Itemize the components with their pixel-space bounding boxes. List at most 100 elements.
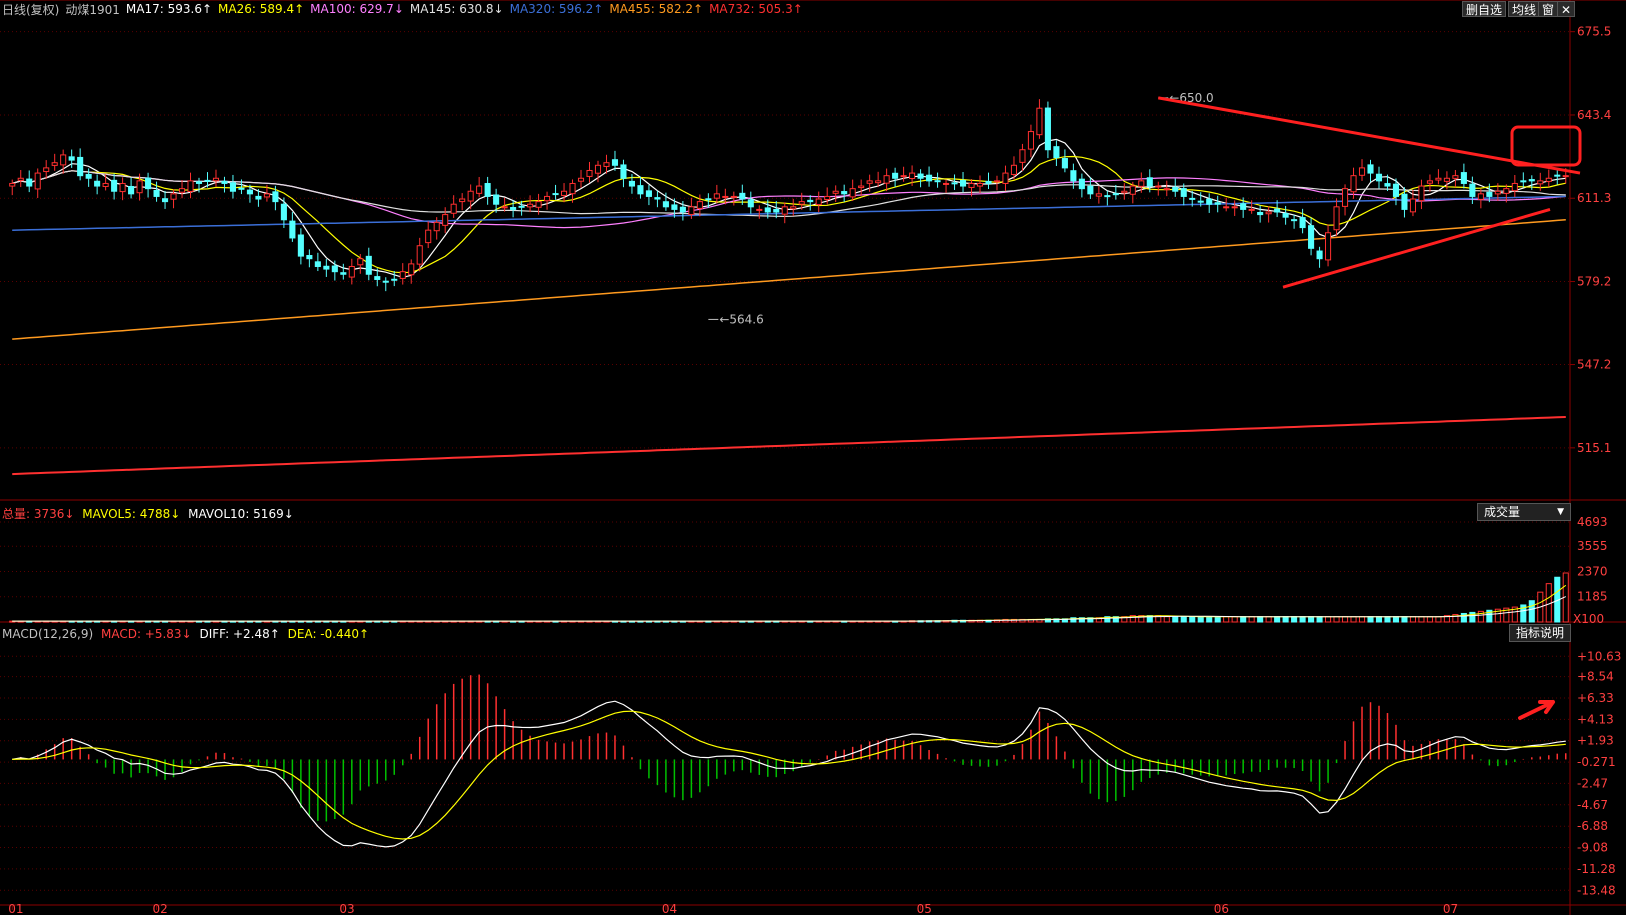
volume-bar [1409,616,1416,623]
candle [832,190,839,194]
dea-value: DEA: -0.440↑ [287,627,370,641]
macd-tick-label: -2.47 [1577,776,1608,790]
candle [705,198,712,201]
volume-bar [1172,616,1179,623]
candle [17,177,24,181]
candle [1129,185,1136,195]
candle [280,203,287,221]
candle [909,172,916,179]
volume-bar [1375,616,1383,623]
macd-name: MACD(12,26,9) [2,627,94,641]
macd-tick-label: +4.13 [1577,712,1614,726]
chart-header: 日线(复权) 动煤1901 MA17: 593.6↑ MA26: 589.4↑ MA… [2,0,815,18]
candle [875,180,882,184]
ma-legend-item: MA455: 582.2↑ [609,2,704,16]
candle [145,177,152,190]
candle [569,182,576,195]
window-button[interactable]: 窗 [1538,1,1559,17]
close-icon[interactable]: ✕ [1557,1,1576,17]
candle [1070,170,1077,182]
candle [637,185,644,195]
candle [162,198,169,203]
candle [1053,146,1060,159]
candle [866,180,873,184]
ma-legend-item: MA732: 505.3↑ [709,2,803,16]
stock-chart: 675.5 643.4 611.3 579.2 547.2 515.1 01 02 03 04 05… [0,0,1626,915]
volume-bar [1299,616,1306,623]
candle [34,172,41,190]
candle [611,159,619,166]
y-tick-label: 579.2 [1577,275,1611,289]
candle [943,182,950,185]
candle [26,178,33,187]
candle [1537,180,1544,185]
volume-bar [1392,616,1400,623]
ma-legend-item: MA145: 630.8↓ [409,2,504,16]
candle [1554,174,1561,177]
candle [450,203,457,214]
candle [679,206,686,213]
candle [484,183,491,197]
candle [1172,186,1179,192]
volume-bar [1240,616,1247,623]
candle [892,172,899,179]
candle [535,201,542,208]
candle [1197,200,1204,203]
volume-bar [1197,616,1204,623]
candle [238,187,245,190]
volume-bar [1180,616,1187,623]
candle [976,182,984,187]
macd-tick-label: -13.48 [1577,883,1616,897]
candle [764,207,771,213]
macd-tick-label: +10.63 [1577,649,1621,663]
candle [1308,225,1315,249]
candle [1443,177,1450,182]
candle [1240,203,1247,210]
candle [442,214,449,226]
candle [696,201,703,209]
macd-header: MACD(12,26,9) MACD: +5.83↓ DIFF: +2.48↑ … [2,627,373,641]
candle [951,182,958,185]
candle [1010,164,1018,175]
ma-legend: MA17: 593.6↑ MA26: 589.4↑ MA100: 629.7↓ MA1… [126,2,809,16]
volume-select[interactable]: 成交量 ▼ [1477,503,1571,521]
candle [187,180,194,192]
candle [934,180,941,183]
candle [263,193,270,198]
candle [357,258,364,266]
macd-tick-label: -11.28 [1577,862,1616,876]
vol-tick-label: 4693 [1577,515,1608,529]
diff-value: DIFF: +2.48↑ [199,627,280,641]
total-volume: 总量: 3736↓ [2,507,75,521]
candle [306,255,313,260]
candle [807,199,814,203]
indicator-help-button[interactable]: 指标说明 [1509,624,1571,642]
candle [1325,232,1332,261]
candle [1223,206,1230,209]
remove-watch-button[interactable]: 删自选 [1462,1,1507,17]
candle [43,167,50,173]
candle [467,190,474,202]
candle [1418,185,1425,202]
volume-bar [1291,616,1298,623]
avg-line-button[interactable]: 均线 [1508,1,1541,17]
x-tick-label: 03 [339,902,354,915]
candle [1214,202,1221,205]
candle [603,162,610,167]
volume-bar [1274,616,1281,623]
macd-tick-label: +6.33 [1577,691,1614,705]
ma-legend-item: MA100: 629.7↓ [310,2,404,16]
candle [824,195,831,201]
x-tick-label: 05 [917,902,932,915]
candle [586,169,593,177]
candle [1384,183,1391,187]
candle [195,181,203,184]
candle [577,177,585,182]
candle [348,265,355,278]
candle [204,179,211,182]
volume-bar [1316,616,1323,623]
candle [1392,183,1400,197]
candle [713,193,720,199]
candle [1426,180,1433,184]
candle [544,195,551,202]
